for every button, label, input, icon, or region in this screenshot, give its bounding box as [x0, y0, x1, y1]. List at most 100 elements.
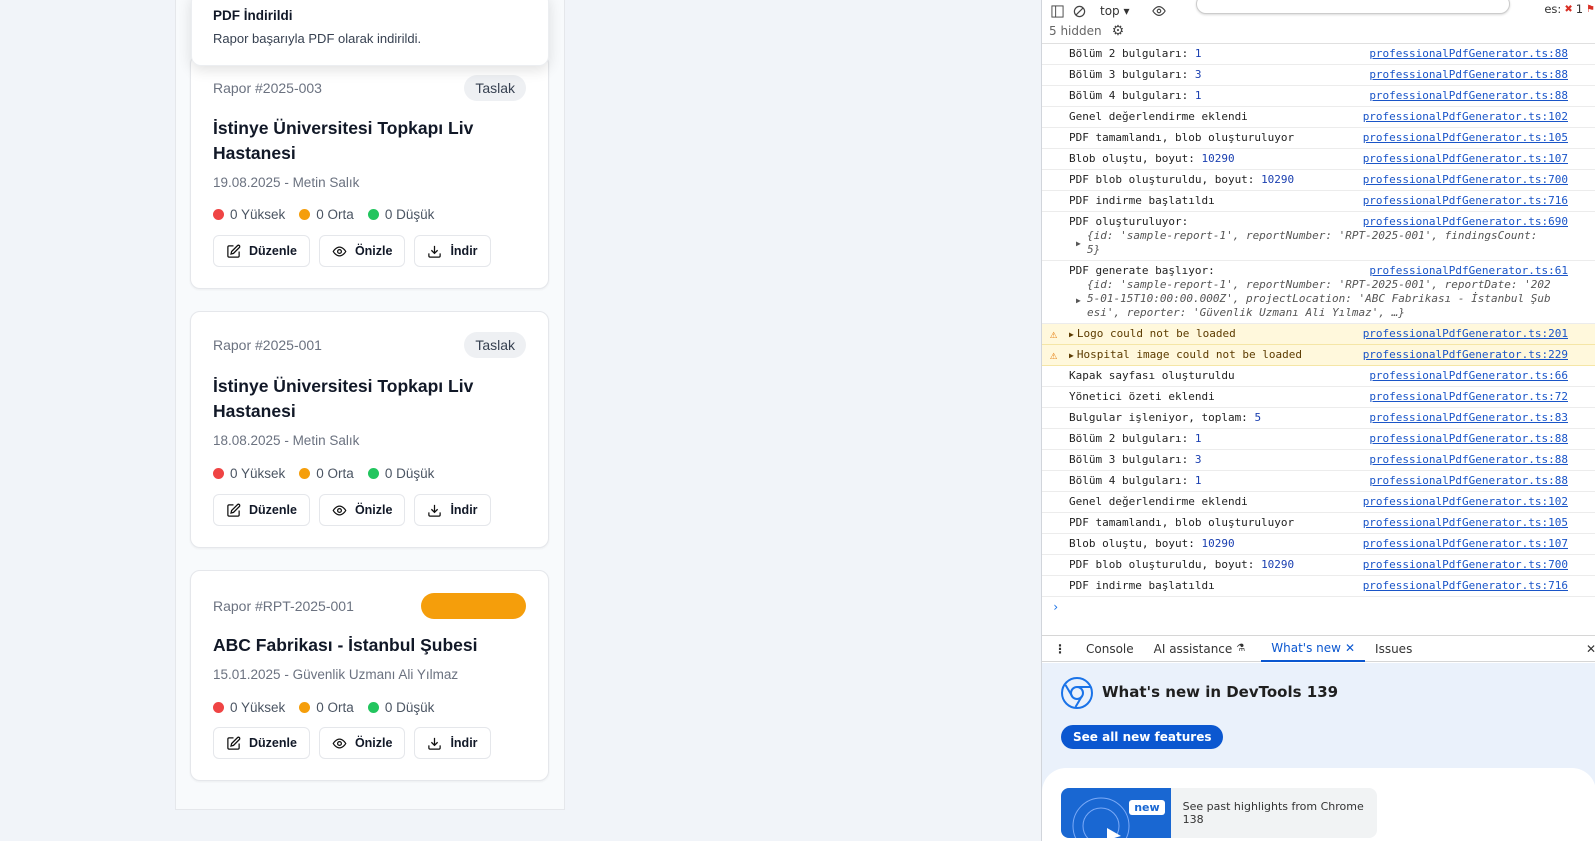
console-log: Genel değerlendirme eklendi professionalP…	[1042, 107, 1595, 128]
log-value: 3	[1194, 68, 1202, 81]
devtools-panel: top ▾ es: ✖ 1 ⚑ 5 hidden ⚙ Bölüm 2 bulgu…	[1041, 0, 1595, 841]
source-link[interactable]: professionalPdfGenerator.ts:88	[1369, 89, 1568, 103]
source-link[interactable]: professionalPdfGenerator.ts:88	[1369, 432, 1568, 446]
report-card[interactable]: Rapor #RPT-2025-001 ABC Fabrikası - İsta…	[190, 570, 549, 781]
expand-triangle-icon[interactable]: ▶	[1069, 330, 1074, 339]
download-button[interactable]: İndir	[414, 494, 491, 526]
console-log: Yönetici özeti eklendi professionalPdfGen…	[1042, 387, 1595, 408]
source-link[interactable]: professionalPdfGenerator.ts:700	[1363, 173, 1568, 187]
log-text: PDF blob oluşturuldu, boyut:	[1069, 173, 1262, 186]
download-icon	[428, 504, 442, 517]
see-all-features-button[interactable]: See all new features	[1061, 725, 1224, 749]
log-text: Bölüm 3 bulguları:	[1069, 453, 1195, 466]
log-text: Bölüm 4 bulguları:	[1069, 474, 1195, 487]
report-title: İstinye Üniversitesi Topkapı Liv Hastane…	[213, 376, 474, 421]
log-value: 10290	[1201, 537, 1235, 550]
console-log: Blob oluştu, boyut: 10290 professionalPdf…	[1042, 534, 1595, 555]
expand-triangle-icon[interactable]: ▶	[1076, 237, 1081, 251]
log-text: Genel değerlendirme eklendi	[1069, 110, 1248, 123]
log-text: Genel değerlendirme eklendi	[1069, 495, 1248, 508]
low-dot-icon	[367, 209, 379, 220]
high-count: 0 Yüksek	[230, 700, 286, 715]
new-badge: new	[1129, 800, 1165, 815]
log-text: PDF indirme başlatıldı	[1069, 194, 1215, 207]
source-link[interactable]: professionalPdfGenerator.ts:105	[1363, 131, 1568, 145]
more-tabs-icon[interactable]: ⋮	[1042, 642, 1076, 656]
medium-count: 0 Orta	[316, 700, 354, 715]
source-link[interactable]: professionalPdfGenerator.ts:716	[1363, 194, 1568, 208]
log-value: 1	[1194, 432, 1202, 445]
source-link[interactable]: professionalPdfGenerator.ts:105	[1363, 516, 1568, 530]
tab-issues[interactable]: Issues	[1365, 635, 1422, 662]
report-card[interactable]: Rapor #2025-003 Taslak İstinye Üniversit…	[190, 54, 549, 289]
edit-icon	[227, 503, 241, 517]
source-link[interactable]: professionalPdfGenerator.ts:88	[1369, 453, 1568, 467]
log-text: PDF indirme başlatıldı	[1069, 579, 1215, 592]
console-log: PDF tamamlandı, blob oluşturuluyor profes…	[1042, 128, 1595, 149]
eye-icon[interactable]	[1151, 4, 1166, 18]
source-link[interactable]: professionalPdfGenerator.ts:61	[1369, 264, 1568, 278]
log-value: 5	[1254, 411, 1262, 424]
console-log: PDF oluşturuluyor: professionalPdfGenerat…	[1042, 212, 1595, 261]
whats-new-panel: What's new in DevTools 139 See all new f…	[1042, 663, 1595, 841]
edit-button[interactable]: Düzenle	[213, 494, 310, 526]
source-link[interactable]: professionalPdfGenerator.ts:102	[1363, 110, 1568, 124]
tab-console[interactable]: Console	[1076, 635, 1144, 662]
download-button[interactable]: İndir	[414, 727, 491, 759]
context-selector[interactable]: top ▾	[1100, 4, 1130, 18]
warning-icon: ⚠	[1050, 327, 1058, 341]
source-link[interactable]: professionalPdfGenerator.ts:716	[1363, 579, 1568, 593]
source-link[interactable]: professionalPdfGenerator.ts:88	[1369, 68, 1568, 82]
issues-counter[interactable]: es: ✖ 1 ⚑	[1544, 2, 1595, 16]
tab-ai-assistance[interactable]: AI assistance ⚗	[1144, 635, 1256, 662]
gear-icon[interactable]: ⚙	[1112, 23, 1125, 39]
highlight-text: See past highlights from Chrome 138	[1182, 800, 1364, 826]
close-tab-icon[interactable]: ✕	[1345, 641, 1355, 655]
severity-summary: 0 Yüksek 0 Orta 0 Düşük	[213, 207, 434, 222]
expand-triangle-icon[interactable]: ▶	[1076, 294, 1081, 308]
source-link[interactable]: professionalPdfGenerator.ts:690	[1363, 215, 1568, 229]
flag-icon: ⚑	[1586, 3, 1595, 15]
report-meta: 18.08.2025 - Metin Salık	[213, 433, 360, 448]
source-link[interactable]: professionalPdfGenerator.ts:88	[1369, 474, 1568, 488]
source-link[interactable]: professionalPdfGenerator.ts:72	[1369, 390, 1568, 404]
object-line: {id: 'sample-report-1', reportNumber: 'R…	[1087, 278, 1551, 291]
preview-button[interactable]: Önizle	[318, 727, 406, 759]
log-text: Bölüm 2 bulguları:	[1069, 432, 1195, 445]
source-link[interactable]: professionalPdfGenerator.ts:83	[1369, 411, 1568, 425]
source-link[interactable]: professionalPdfGenerator.ts:700	[1363, 558, 1568, 572]
console-log: PDF tamamlandı, blob oluşturuluyor profes…	[1042, 513, 1595, 534]
tab-whats-new[interactable]: What's new ✕	[1261, 635, 1366, 662]
log-text: Bölüm 3 bulguları:	[1069, 68, 1195, 81]
clear-console-icon[interactable]	[1072, 4, 1086, 18]
source-link[interactable]: professionalPdfGenerator.ts:66	[1369, 369, 1568, 383]
preview-button[interactable]: Önizle	[318, 235, 406, 267]
report-card[interactable]: Rapor #2025-001 Taslak İstinye Üniversit…	[190, 311, 549, 548]
past-highlights-link[interactable]: new See past highlights from Chrome 138	[1061, 788, 1377, 838]
high-dot-icon	[213, 209, 224, 220]
console-log: Genel değerlendirme eklendi professionalP…	[1042, 492, 1595, 513]
source-link[interactable]: professionalPdfGenerator.ts:88	[1369, 47, 1568, 61]
expand-triangle-icon[interactable]: ▶	[1069, 351, 1074, 360]
edit-icon	[227, 736, 241, 750]
console-prompt[interactable]: ›	[1042, 597, 1595, 618]
object-preview[interactable]: ▶ {id: 'sample-report-1', reportNumber: '…	[1069, 229, 1568, 257]
filter-input[interactable]	[1196, 0, 1510, 14]
source-link[interactable]: professionalPdfGenerator.ts:102	[1363, 495, 1568, 509]
source-link[interactable]: professionalPdfGenerator.ts:107	[1363, 152, 1568, 166]
sidebar-toggle-icon[interactable]	[1050, 4, 1064, 18]
source-link[interactable]: professionalPdfGenerator.ts:229	[1363, 348, 1568, 362]
preview-button[interactable]: Önizle	[318, 494, 406, 526]
close-drawer-icon[interactable]: ✕	[1586, 642, 1595, 656]
console-log: Bölüm 3 bulguları: 3 professionalPdfGener…	[1042, 65, 1595, 86]
console-log: Bölüm 4 bulguları: 1 professionalPdfGener…	[1042, 471, 1595, 492]
medium-dot-icon	[299, 468, 311, 479]
edit-button[interactable]: Düzenle	[213, 235, 310, 267]
edit-button[interactable]: Düzenle	[213, 727, 310, 759]
report-title: ABC Fabrikası - İstanbul Şubesi	[213, 635, 478, 655]
source-link[interactable]: professionalPdfGenerator.ts:201	[1363, 327, 1568, 341]
download-button[interactable]: İndir	[414, 235, 491, 267]
object-preview[interactable]: ▶ {id: 'sample-report-1', reportNumber: '…	[1069, 278, 1568, 320]
highlight-thumbnail: new	[1061, 788, 1171, 838]
source-link[interactable]: professionalPdfGenerator.ts:107	[1363, 537, 1568, 551]
